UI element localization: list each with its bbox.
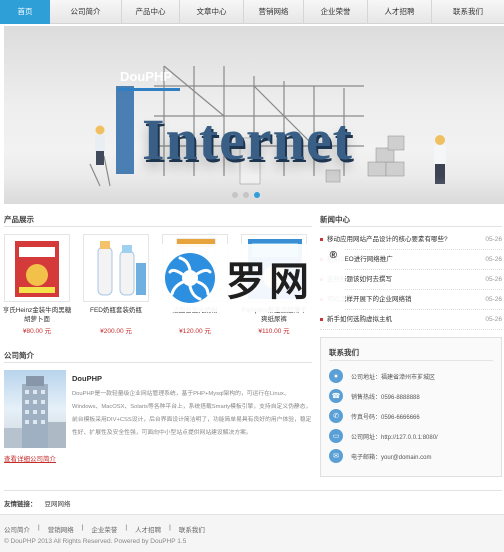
news-title-link[interactable]: 这些标题该如何去撰写 bbox=[327, 270, 477, 290]
friend-link[interactable]: 豆网网络 bbox=[45, 498, 71, 508]
nav-item-about[interactable]: 公司简介 bbox=[50, 0, 122, 24]
banner-logo: DouPHP bbox=[120, 69, 172, 84]
news-title: 新闻中心 bbox=[320, 215, 350, 224]
contact-address: ● 公司地址：福建省漳州市芗城区 bbox=[329, 368, 435, 384]
company-description: DouPHP是一款轻量级企业网站管理系统，基于PHP+Mysql架构的，可运行在… bbox=[72, 391, 312, 436]
news-date: 05-26 bbox=[485, 236, 502, 243]
location-icon: ● bbox=[329, 369, 343, 383]
bullet-icon bbox=[320, 318, 323, 321]
footer-nav: 公司简介 | 营销网络 | 企业荣誉 | 人才招聘 | 联系我们 bbox=[4, 524, 205, 534]
contact-fax-text: 传真号码：0596-6666666 bbox=[351, 414, 420, 421]
contact-email[interactable]: ✉ 电子邮箱：your@domain.com bbox=[329, 448, 431, 464]
watermark-text: 罗网 bbox=[226, 259, 312, 305]
product-name[interactable]: FED奶瓶套装奶瓶 bbox=[81, 306, 151, 324]
contact-phone: ☎ 销售热线：0596-8888888 bbox=[329, 388, 420, 404]
product-price: ¥200.00 元 bbox=[100, 328, 132, 335]
news-item[interactable]: 这些标题该如何去撰写 05-26 bbox=[320, 270, 502, 290]
slide-dot[interactable] bbox=[243, 192, 249, 198]
products-title: 产品展示 bbox=[4, 215, 34, 224]
product-image[interactable] bbox=[83, 234, 149, 302]
nav-item-honors[interactable]: 企业荣誉 bbox=[304, 0, 368, 24]
footer-link-honors[interactable]: 企业荣誉 bbox=[91, 524, 117, 534]
divider bbox=[320, 226, 502, 227]
contact-address-text: 公司地址：福建省漳州市芗城区 bbox=[351, 374, 436, 381]
copyright: © DouPHP 2013 All Rights Reserved. Power… bbox=[4, 538, 187, 545]
slide-dot[interactable] bbox=[232, 192, 238, 198]
slide-dot-active[interactable] bbox=[254, 192, 260, 198]
divider bbox=[4, 226, 312, 227]
product-price: ¥120.00 元 bbox=[179, 328, 211, 335]
nav-item-products[interactable]: 产品中心 bbox=[122, 0, 180, 24]
contact-phone-text: 销售热线：0596-8888888 bbox=[351, 394, 420, 401]
nav-item-articles[interactable]: 文章中心 bbox=[180, 0, 244, 24]
watermark-logo: 罗网 ® bbox=[160, 244, 345, 312]
registered-mark: ® bbox=[329, 250, 337, 261]
company-name: DouPHP bbox=[72, 374, 102, 383]
slide-indicators bbox=[232, 192, 260, 198]
footer: 公司简介 | 营销网络 | 企业荣誉 | 人才招聘 | 联系我们 © DouPHP 20… bbox=[0, 514, 504, 552]
product-name[interactable]: 亨氏Heinz金装牛肉黑糖胡萝卜面 bbox=[2, 306, 72, 324]
friend-links: 友情链接： 豆网网络 bbox=[4, 498, 71, 508]
banner-floor bbox=[4, 176, 504, 204]
news-title-link[interactable]: 移动应用网站产品设计的核心要素有哪些? bbox=[327, 230, 477, 250]
nav-item-home[interactable]: 首页 bbox=[0, 0, 50, 24]
contact-fax: ✆ 传真号码：0596-6666666 bbox=[329, 408, 420, 424]
news-date: 05-26 bbox=[485, 276, 502, 283]
contact-web[interactable]: ▭ 公司网址：http://127.0.0.1:8080/ bbox=[329, 428, 438, 444]
bullet-icon bbox=[320, 238, 323, 241]
product-image[interactable] bbox=[4, 234, 70, 302]
footer-link-network[interactable]: 营销网络 bbox=[48, 524, 74, 534]
nav-item-jobs[interactable]: 人才招聘 bbox=[368, 0, 432, 24]
watermark-spider-icon bbox=[165, 253, 215, 303]
banner-stripe bbox=[118, 88, 180, 91]
product-card[interactable]: 亨氏Heinz金装牛肉黑糖胡萝卜面 ¥80.00 元 bbox=[2, 234, 72, 335]
banner-headline: Internet bbox=[142, 107, 353, 172]
footer-link-about[interactable]: 公司简介 bbox=[4, 524, 30, 534]
web-icon: ▭ bbox=[329, 429, 343, 443]
nav-item-contact[interactable]: 联系我们 bbox=[432, 0, 504, 24]
handset-icon: ✆ bbox=[329, 409, 343, 423]
news-item[interactable]: 利用SEO进行网络推广 05-26 bbox=[320, 250, 502, 270]
main-nav: 首页 公司简介 产品中心 文章中心 营销网络 企业荣誉 人才招聘 联系我们 bbox=[0, 0, 504, 24]
about-title: 公司简介 bbox=[4, 351, 34, 360]
news-item[interactable]: 移动应用网站产品设计的核心要素有哪些? 05-26 bbox=[320, 230, 502, 250]
contact-title: 联系我们 bbox=[329, 348, 359, 357]
divider bbox=[4, 362, 312, 363]
divider bbox=[4, 490, 502, 491]
footer-link-jobs[interactable]: 人才招聘 bbox=[135, 524, 161, 534]
about-more-link[interactable]: 查看详细公司简介 bbox=[4, 453, 56, 463]
news-date: 05-26 bbox=[485, 316, 502, 323]
news-title-link[interactable]: 可以怎样开展下的企业网络销 bbox=[327, 290, 477, 310]
friend-links-label: 友情链接： bbox=[4, 501, 37, 508]
mail-icon: ✉ bbox=[329, 449, 343, 463]
contact-box: 联系我们 ● 公司地址：福建省漳州市芗城区 ☎ 销售热线：0596-888888… bbox=[320, 337, 502, 477]
divider bbox=[329, 360, 493, 361]
news-date: 05-26 bbox=[485, 256, 502, 263]
news-list: 移动应用网站产品设计的核心要素有哪些? 05-26 利用SEO进行网络推广 05… bbox=[320, 230, 502, 330]
product-price: ¥110.00 元 bbox=[258, 328, 290, 335]
product-card[interactable]: FED奶瓶套装奶瓶 ¥200.00 元 bbox=[81, 234, 151, 335]
news-date: 05-26 bbox=[485, 296, 502, 303]
contact-web-text[interactable]: 公司网址：http://127.0.0.1:8080/ bbox=[351, 432, 438, 441]
hero-banner[interactable]: DouPHP Internet bbox=[4, 26, 504, 204]
footer-link-contact[interactable]: 联系我们 bbox=[179, 524, 205, 534]
news-item[interactable]: 可以怎样开展下的企业网络销 05-26 bbox=[320, 290, 502, 310]
company-building-image bbox=[4, 370, 66, 448]
news-item[interactable]: 新手如何选购虚拟主机 05-26 bbox=[320, 310, 502, 330]
phone-icon: ☎ bbox=[329, 389, 343, 403]
product-price: ¥80.00 元 bbox=[22, 328, 52, 335]
nav-item-network[interactable]: 营销网络 bbox=[244, 0, 304, 24]
news-title-link[interactable]: 新手如何选购虚拟主机 bbox=[327, 310, 477, 330]
contact-email-text[interactable]: 电子邮箱：your@domain.com bbox=[351, 452, 431, 461]
news-title-link[interactable]: 利用SEO进行网络推广 bbox=[327, 250, 477, 270]
